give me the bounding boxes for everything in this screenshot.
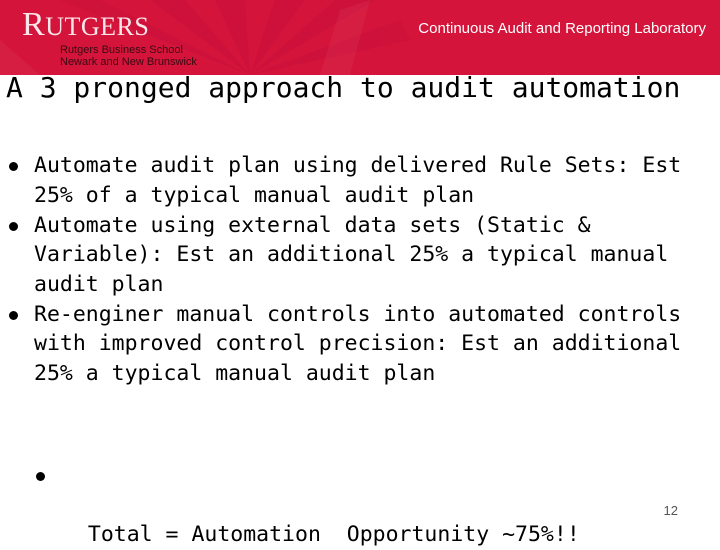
lab-title: Continuous Audit and Reporting Laborator… <box>418 20 706 37</box>
page-number: 12 <box>663 503 678 518</box>
logo-rest: UTGERS <box>45 12 150 41</box>
school-name: Rutgers Business School Newark and New B… <box>60 44 197 68</box>
rutgers-logo: RUTGERS <box>22 8 149 42</box>
bullet-text: Automate audit plan using delivered Rule… <box>34 153 682 208</box>
bullet-item: Automate using external data sets (Stati… <box>6 211 711 300</box>
bullet-text: Automate using external data sets (Stati… <box>34 212 669 297</box>
bullet-dot-icon <box>9 221 18 231</box>
bullet-item: Automate audit plan using delivered Rule… <box>6 151 711 210</box>
bullet-dot-icon <box>36 472 45 481</box>
header-banner: RUTGERS Rutgers Business School Newark a… <box>0 0 720 75</box>
slide-title: A 3 pronged approach to audit automation <box>6 71 681 104</box>
sub-bullet-item: Total = Automation Opportunity ~75%!! <box>30 461 580 550</box>
sub-bullet-text: Total = Automation Opportunity ~75%!! <box>87 522 580 547</box>
bullet-dot-icon <box>9 310 18 320</box>
school-line-1: Rutgers Business School <box>60 44 183 56</box>
school-line-2: Newark and New Brunswick <box>60 56 197 68</box>
logo-initial: R <box>22 6 46 43</box>
bullet-list: Automate audit plan using delivered Rule… <box>6 151 711 389</box>
bullet-dot-icon <box>9 162 18 171</box>
bullet-item: Re-enginer manual controls into automate… <box>6 300 711 389</box>
bullet-text: Re-enginer manual controls into automate… <box>34 301 682 386</box>
